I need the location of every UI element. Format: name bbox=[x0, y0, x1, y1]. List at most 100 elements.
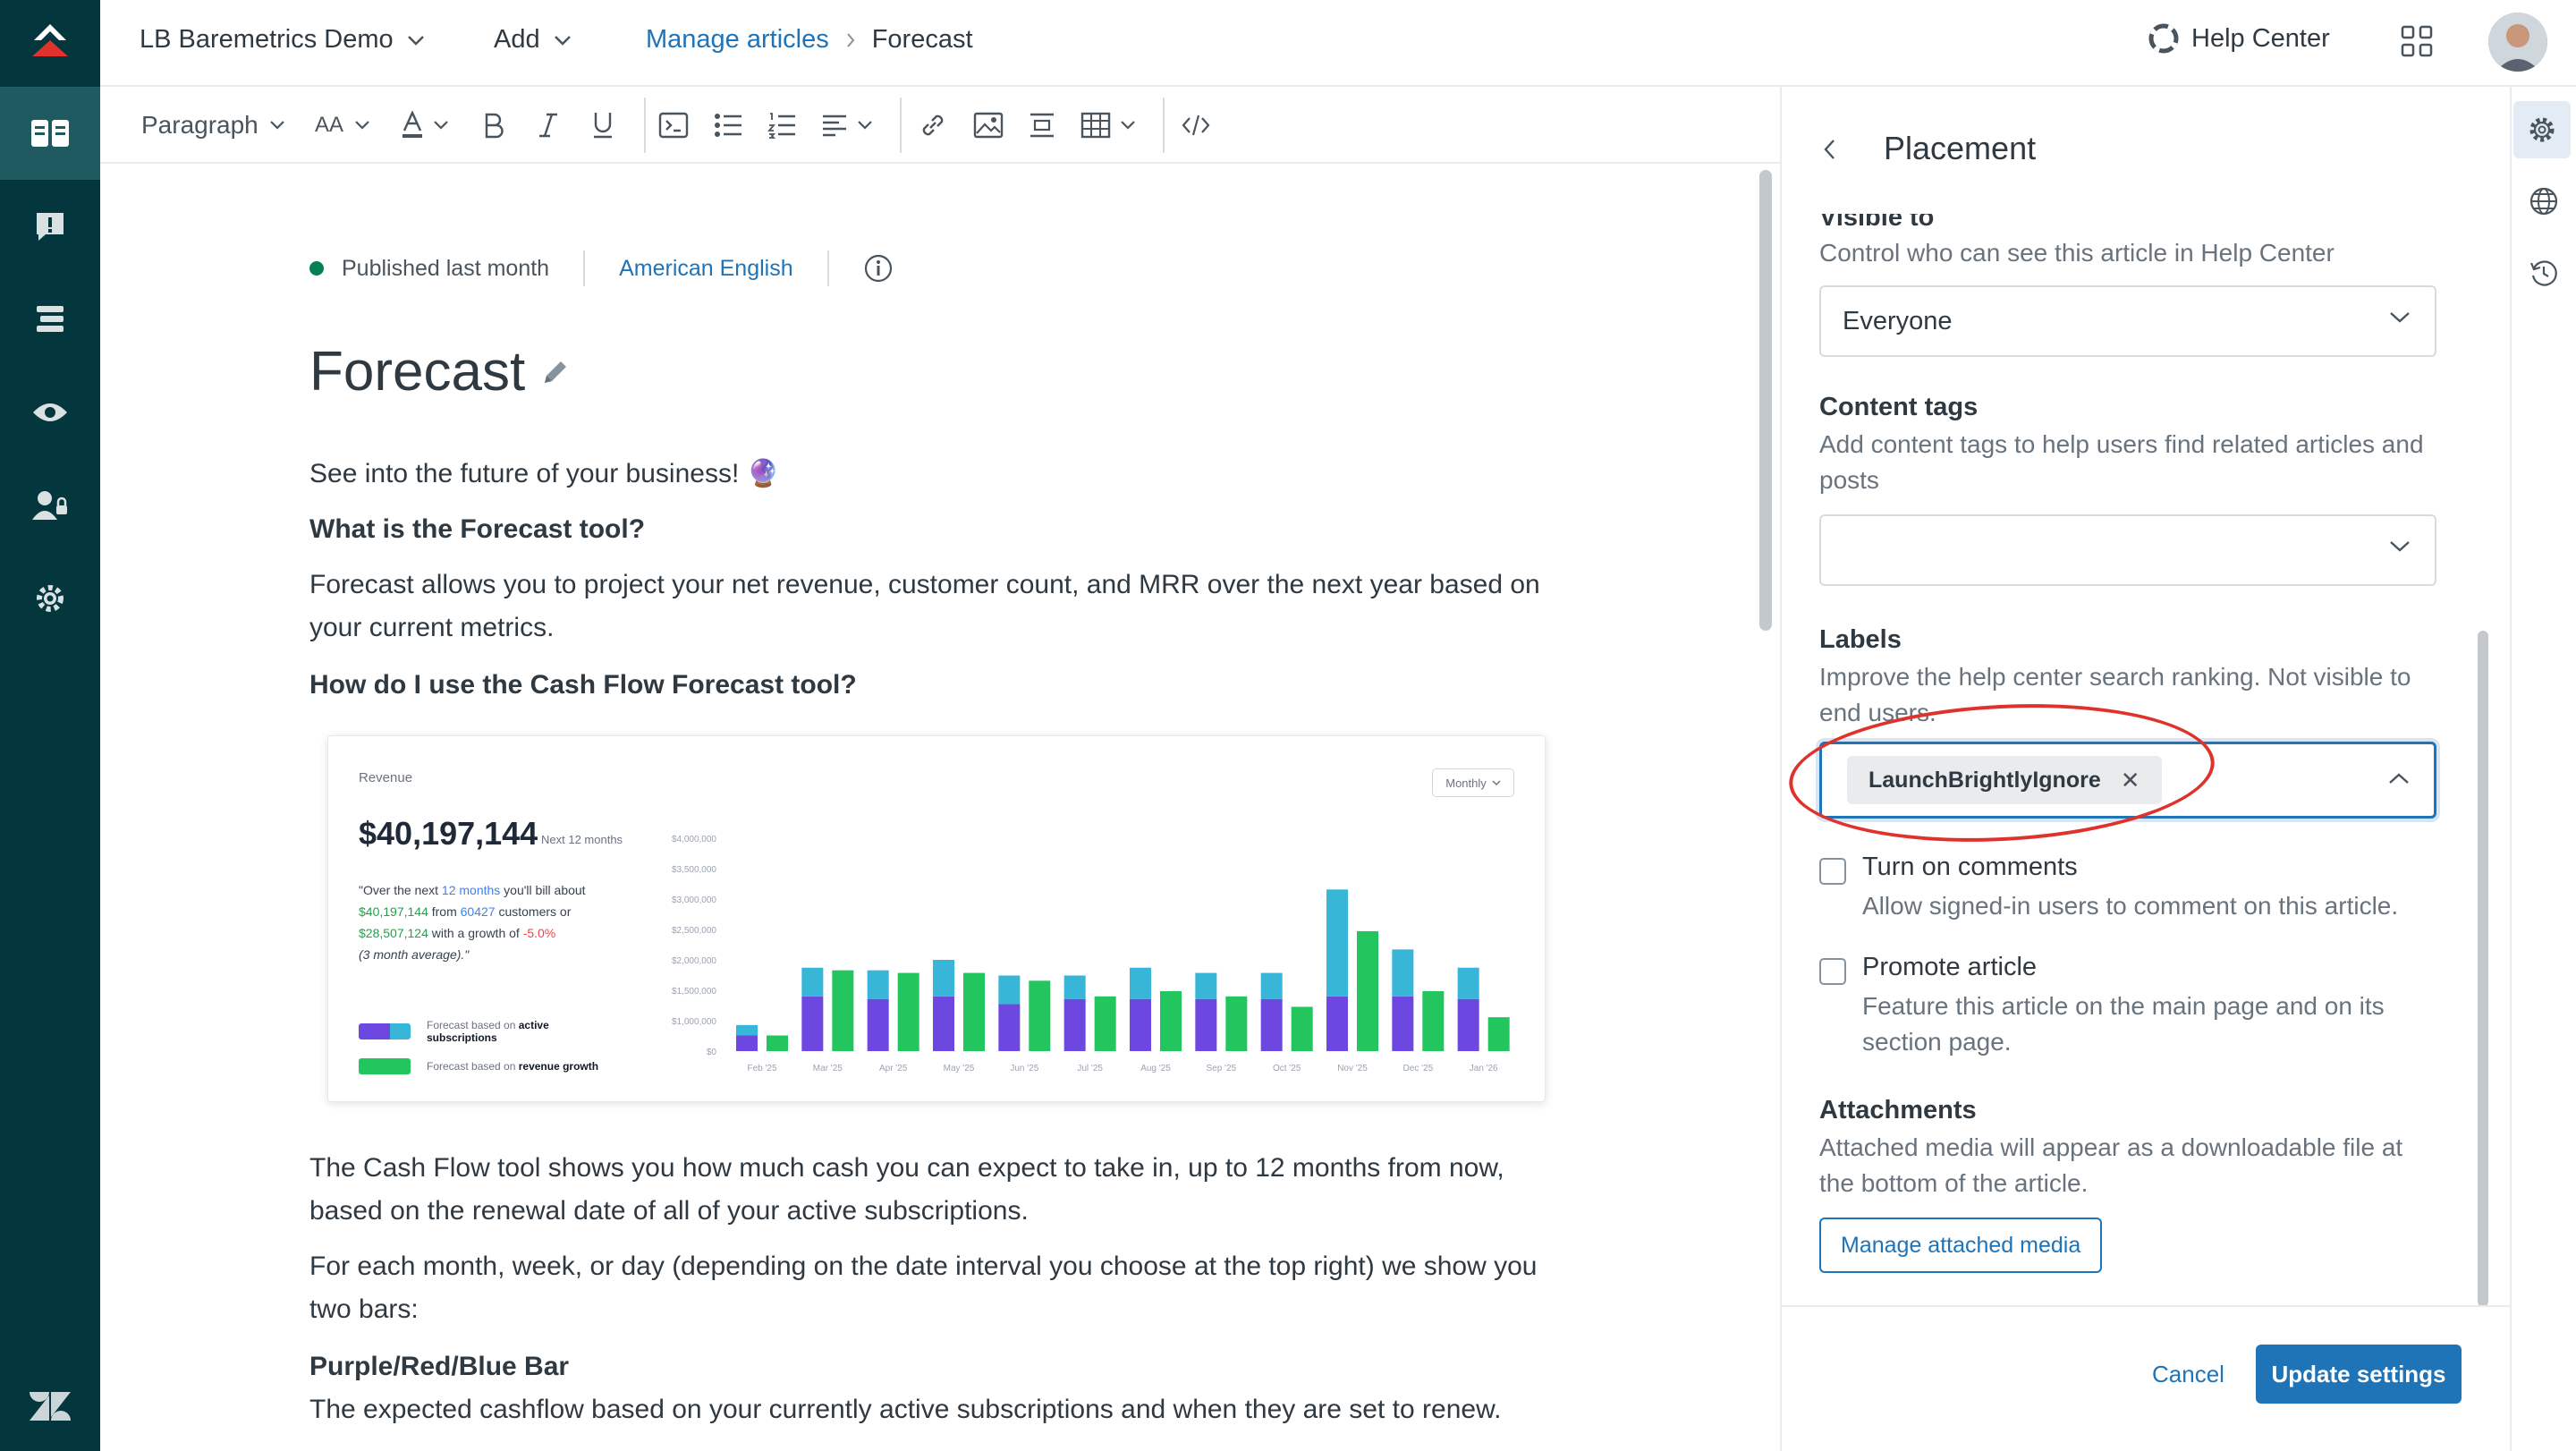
underline-button[interactable] bbox=[592, 87, 614, 164]
article-paragraph: The expected cashflow based on your curr… bbox=[309, 1395, 1502, 1424]
back-chevron-icon[interactable] bbox=[1821, 137, 1839, 162]
remove-tag-icon[interactable]: ✕ bbox=[2121, 767, 2140, 794]
y-tick-label: $1,500,000 bbox=[672, 987, 716, 997]
underline-icon bbox=[594, 113, 612, 139]
link-icon bbox=[922, 115, 944, 136]
panel-scrollbar[interactable] bbox=[2476, 631, 2490, 1307]
scrollbar-thumb[interactable] bbox=[1759, 170, 1772, 631]
info-icon[interactable] bbox=[863, 253, 894, 284]
history-icon[interactable] bbox=[2512, 244, 2576, 301]
bar-active-purple bbox=[1326, 996, 1348, 1051]
bullet-list-icon bbox=[715, 114, 741, 137]
zendesk-logo-icon bbox=[0, 1362, 100, 1451]
x-tick-label: Oct '25 bbox=[1273, 1064, 1301, 1073]
interval-select[interactable]: Monthly bbox=[1432, 768, 1514, 797]
font-size-dropdown[interactable]: AA bbox=[315, 87, 370, 164]
nav-feedback-icon[interactable] bbox=[0, 180, 100, 273]
bar-growth bbox=[1487, 1017, 1510, 1051]
visible-to-hint: Control who can see this article in Help… bbox=[1819, 239, 2334, 267]
promote-hint: Feature this article on the main page an… bbox=[1862, 992, 2385, 1056]
globe-icon[interactable] bbox=[2512, 173, 2576, 230]
user-avatar[interactable] bbox=[2488, 13, 2547, 72]
bar-active-blue bbox=[1130, 967, 1151, 999]
code-block-button[interactable] bbox=[658, 87, 689, 164]
nav-arrange-icon[interactable] bbox=[0, 273, 100, 366]
cancel-button[interactable]: Cancel bbox=[2152, 1361, 2224, 1388]
comments-checkbox[interactable] bbox=[1819, 858, 1846, 885]
toolbar-divider bbox=[644, 98, 646, 153]
panel-switcher-rail bbox=[2510, 87, 2576, 1451]
update-settings-button[interactable]: Update settings bbox=[2256, 1345, 2462, 1404]
bold-button[interactable] bbox=[483, 87, 504, 164]
paragraph-style-dropdown[interactable]: Paragraph bbox=[141, 87, 285, 164]
gear-icon[interactable] bbox=[2513, 101, 2571, 158]
text-color-icon bbox=[402, 111, 422, 138]
legend-label: Forecast based on active subscriptions bbox=[427, 1019, 549, 1044]
breadcrumb-manage-articles[interactable]: Manage articles bbox=[646, 25, 829, 55]
bar-active-purple bbox=[998, 1004, 1021, 1051]
nav-rail bbox=[0, 0, 100, 1451]
bar-active-blue bbox=[801, 967, 824, 997]
chevron-down-icon bbox=[407, 35, 424, 46]
embed-button[interactable] bbox=[1029, 87, 1055, 164]
numbered-list-button[interactable] bbox=[767, 87, 796, 164]
status-divider bbox=[826, 250, 829, 286]
forecast-chart-image[interactable]: Revenue $40,197,144 Next 12 months "Over… bbox=[327, 735, 1546, 1102]
panel-scroll-area: Visible to Control who can see this arti… bbox=[1782, 214, 2510, 1305]
nav-knowledge-icon[interactable] bbox=[0, 87, 100, 180]
promote-checkbox[interactable] bbox=[1819, 958, 1846, 985]
link-button[interactable] bbox=[918, 87, 948, 164]
scrollbar-thumb[interactable] bbox=[2478, 631, 2488, 1307]
align-dropdown[interactable] bbox=[821, 87, 873, 164]
manage-media-button[interactable]: Manage attached media bbox=[1819, 1218, 2103, 1273]
toolbar-divider bbox=[1163, 98, 1165, 153]
image-button[interactable] bbox=[973, 87, 1004, 164]
article-title[interactable]: Forecast bbox=[309, 340, 525, 403]
y-tick-label: $3,500,000 bbox=[672, 865, 716, 875]
horizontal-rule-icon bbox=[1030, 113, 1054, 138]
published-status-dot bbox=[309, 261, 324, 276]
chevron-down-icon bbox=[858, 121, 872, 130]
language-link[interactable]: American English bbox=[619, 256, 793, 282]
chart-legend-growth: Forecast based on revenue growth bbox=[359, 1058, 598, 1074]
editor-scrollbar[interactable] bbox=[1756, 168, 1774, 1451]
add-label: Add bbox=[494, 25, 540, 54]
source-code-button[interactable] bbox=[1181, 87, 1211, 164]
chevron-down-icon bbox=[1121, 121, 1135, 130]
bar-growth bbox=[1357, 930, 1378, 1051]
bar-active-purple bbox=[801, 996, 824, 1051]
chevron-down-icon bbox=[434, 121, 448, 130]
nav-team-icon[interactable] bbox=[0, 459, 100, 552]
table-dropdown[interactable] bbox=[1080, 87, 1136, 164]
help-center-link[interactable]: Help Center bbox=[2148, 23, 2330, 54]
bar-active-blue bbox=[1195, 972, 1217, 999]
bar-active-purple bbox=[736, 1035, 758, 1051]
labels-label: Labels bbox=[1819, 625, 1902, 654]
x-tick-label: Nov '25 bbox=[1337, 1064, 1368, 1073]
labels-select[interactable]: LaunchBrightlyIgnore ✕ bbox=[1819, 742, 2436, 819]
bullet-list-button[interactable] bbox=[714, 87, 742, 164]
article-status-row: Published last month American English bbox=[309, 250, 894, 286]
guide-logo-icon[interactable] bbox=[0, 0, 100, 81]
help-center-icon bbox=[2148, 23, 2179, 54]
content-tags-select[interactable] bbox=[1819, 514, 2436, 586]
bar-active-purple bbox=[1392, 996, 1414, 1051]
italic-button[interactable] bbox=[538, 87, 558, 164]
legend-label: Forecast based on revenue growth bbox=[427, 1060, 599, 1073]
text-color-dropdown[interactable] bbox=[401, 87, 449, 164]
table-icon bbox=[1080, 112, 1111, 139]
panel-footer: Cancel Update settings bbox=[1782, 1305, 2510, 1451]
bar-growth bbox=[832, 970, 854, 1051]
pencil-icon[interactable] bbox=[539, 356, 572, 388]
nav-settings-icon[interactable] bbox=[0, 552, 100, 645]
visible-to-select[interactable]: Everyone bbox=[1819, 285, 2436, 357]
bar-growth bbox=[1225, 996, 1248, 1051]
nav-preview-icon[interactable] bbox=[0, 366, 100, 459]
y-tick-label: $1,000,000 bbox=[672, 1017, 716, 1027]
bar-active-blue bbox=[1326, 889, 1348, 997]
add-menu-button[interactable]: Add bbox=[494, 25, 572, 55]
brand-switcher[interactable]: LB Baremetrics Demo bbox=[140, 25, 426, 55]
chevron-right-icon bbox=[846, 32, 855, 47]
article-paragraph: The Cash Flow tool shows you how much ca… bbox=[309, 1153, 1504, 1226]
apps-grid-icon[interactable] bbox=[2399, 23, 2435, 64]
